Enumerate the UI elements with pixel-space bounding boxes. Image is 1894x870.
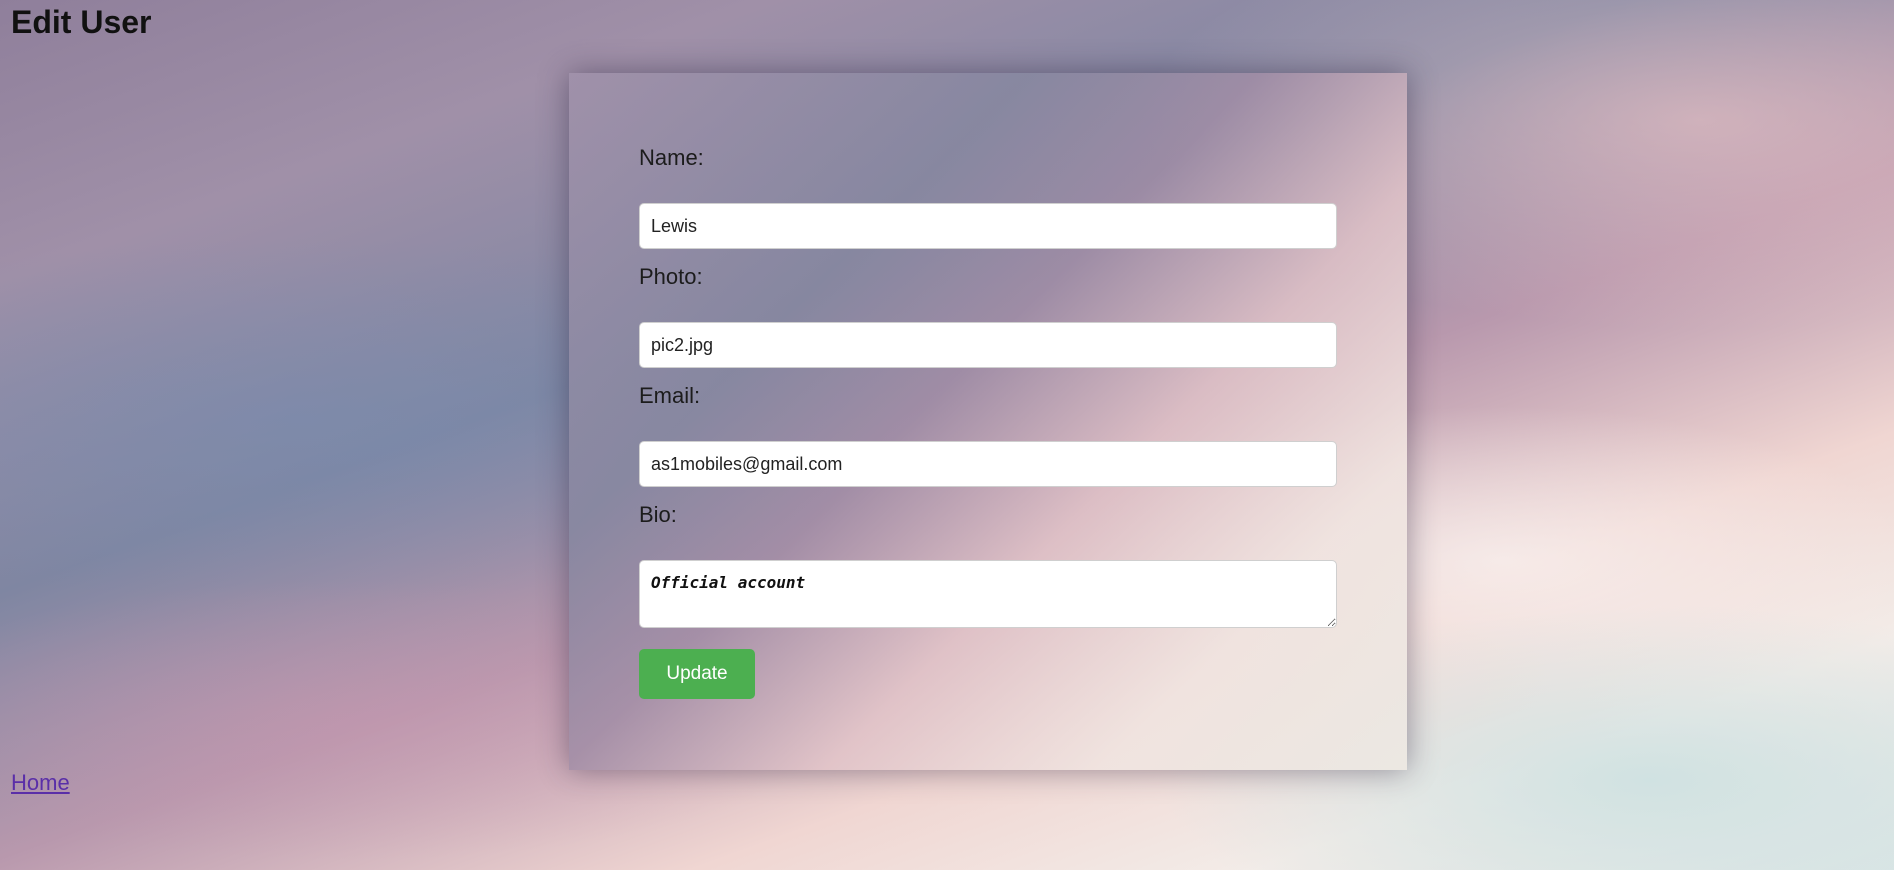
name-label: Name: (639, 145, 704, 170)
edit-user-form: Name: Photo: Email: Bio: Official accoun… (569, 73, 1407, 770)
page-title: Edit User (11, 4, 152, 40)
update-button[interactable]: Update (639, 649, 755, 699)
name-field[interactable] (639, 203, 1337, 249)
email-field[interactable] (639, 441, 1337, 487)
photo-field[interactable] (639, 322, 1337, 368)
email-label: Email: (639, 383, 701, 408)
photo-label: Photo: (639, 264, 703, 289)
home-link[interactable]: Home (11, 770, 70, 796)
bio-field[interactable]: Official account (639, 560, 1337, 628)
bio-label: Bio: (639, 502, 677, 527)
